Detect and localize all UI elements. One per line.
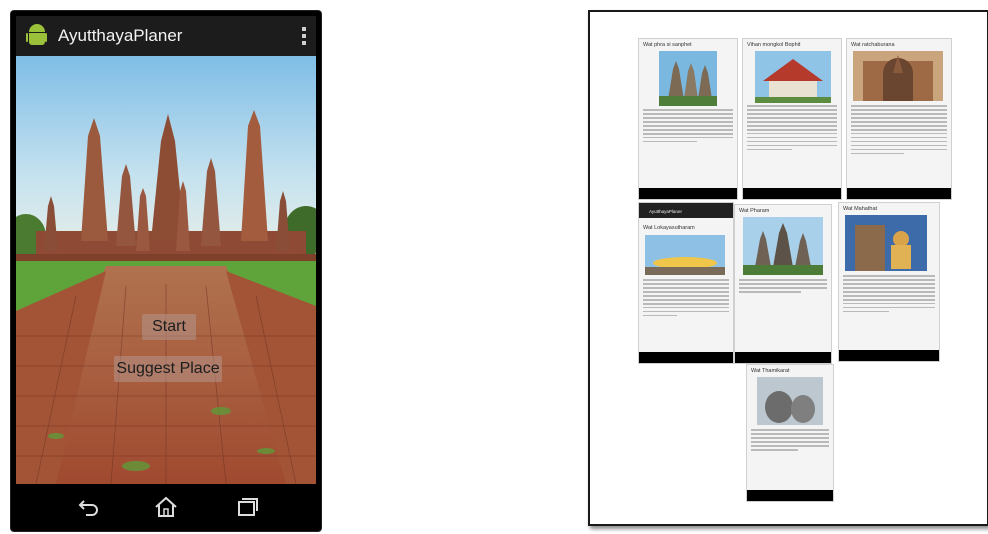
screen-title: Vihan mongkol Bophit (747, 42, 801, 48)
phone-screen: AyutthayaPlaner Start Suggest Place (16, 16, 316, 484)
mini-nav-bar (735, 352, 831, 363)
app-title: AyutthayaPlaner (58, 26, 183, 45)
screen-title: Wat Pharam (739, 208, 770, 214)
temple-photo (645, 235, 725, 275)
temple-photo (659, 51, 717, 106)
overflow-menu-icon[interactable] (302, 27, 306, 45)
temple-photo (757, 377, 823, 425)
screen-wat-ratchaburana: Wat ratchaburana (846, 38, 952, 200)
start-button[interactable]: Start (142, 314, 196, 340)
screen-title: Wat Lokayasutharam (643, 225, 695, 231)
mini-nav-bar (839, 350, 939, 361)
screen-title: Wat phra si sanphet (643, 42, 692, 48)
description-text (747, 105, 837, 153)
nav-bar (16, 484, 316, 531)
temple-photo (845, 215, 927, 271)
recents-icon[interactable] (234, 495, 260, 519)
temple-photo (743, 217, 823, 275)
mini-nav-bar (743, 188, 841, 199)
screen-wat-pharam: Wat Pharam (734, 204, 832, 364)
home-icon[interactable] (153, 495, 179, 519)
phone-frame: AyutthayaPlaner Start Suggest Place (11, 11, 321, 531)
temple-background-image (16, 56, 316, 484)
description-text (851, 105, 947, 157)
screen-wat-mahathat: Wat Mahathat (838, 202, 940, 362)
screen-vihan-mongkol-bophit: Vihan mongkol Bophit (742, 38, 842, 200)
temple-photo (853, 51, 943, 101)
temple-photo (755, 51, 831, 103)
suggest-place-button[interactable]: Suggest Place (114, 356, 222, 382)
description-text (643, 109, 733, 145)
screen-title: Wat Mahathat (843, 206, 878, 212)
description-text (643, 279, 729, 319)
back-icon[interactable] (76, 495, 102, 519)
mini-app-bar: AyutthayaPlaner (639, 203, 733, 218)
screen-wat-phra-si-sanphet: Wat phra si sanphet (638, 38, 738, 200)
screen-wat-lokayasutharam: AyutthayaPlaner Wat Lokayasutharam (638, 202, 734, 364)
description-text (843, 275, 935, 315)
screen-title: Wat ratchaburana (851, 42, 895, 48)
description-text (739, 279, 827, 295)
screenshots-collage: Wat phra si sanphet Vihan mongkol Bophit… (588, 10, 988, 526)
screen-wat-thamikarat: Wat Thamikarat (746, 364, 834, 502)
description-text (751, 429, 829, 453)
app-bar: AyutthayaPlaner (16, 16, 316, 56)
mini-nav-bar (639, 188, 737, 199)
mini-nav-bar (639, 352, 733, 363)
android-logo-icon (26, 23, 48, 49)
mini-nav-bar (847, 188, 951, 199)
screen-title: Wat Thamikarat (751, 368, 790, 374)
mini-nav-bar (747, 490, 833, 501)
